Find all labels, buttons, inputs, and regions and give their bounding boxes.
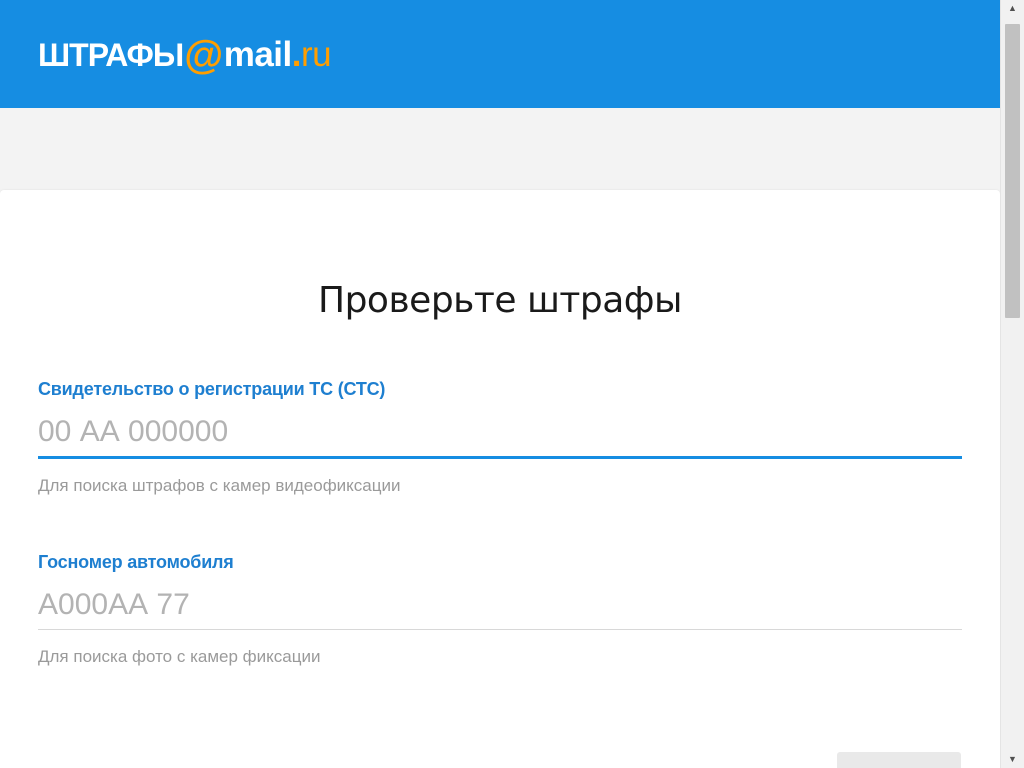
logo[interactable]: ШТРАФЫ @ mail . ru — [38, 33, 332, 77]
scroll-up-icon[interactable]: ▲ — [1001, 0, 1024, 17]
logo-ru: ru — [300, 35, 332, 74]
sts-hint: Для поиска штрафов с камер видеофиксации — [38, 476, 401, 495]
scroll-thumb[interactable] — [1005, 24, 1020, 318]
scroll-down-icon[interactable]: ▼ — [1001, 751, 1024, 768]
sts-input[interactable] — [38, 408, 962, 456]
page-title: Проверьте штрафы — [318, 280, 682, 322]
page: ШТРАФЫ @ mail . ru Проверьте штрафы Свид… — [0, 0, 1000, 768]
logo-shtrafy: ШТРАФЫ — [38, 37, 184, 73]
check-button[interactable] — [837, 752, 961, 768]
sts-label: Свидетельство о регистрации ТС (СТС) — [38, 379, 386, 399]
logo-at: @ — [184, 33, 223, 77]
plate-hint: Для поиска фото с камер фиксации — [38, 647, 321, 666]
sts-field: Свидетельство о регистрации ТС (СТС) Для… — [38, 378, 962, 497]
fines-check-card: Проверьте штрафы Свидетельство о регистр… — [0, 190, 1000, 768]
plate-input[interactable] — [38, 581, 962, 629]
plate-label: Госномер автомобиля — [38, 552, 234, 572]
plate-field: Госномер автомобиля Для поиска фото с ка… — [38, 551, 962, 668]
sts-underline — [38, 456, 962, 459]
logo-mail: mail — [223, 35, 293, 74]
logo-dot: . — [291, 35, 302, 74]
scrollbar[interactable]: ▲ ▼ — [1000, 0, 1024, 768]
plate-underline — [38, 629, 962, 630]
header: ШТРАФЫ @ mail . ru — [0, 0, 1000, 108]
